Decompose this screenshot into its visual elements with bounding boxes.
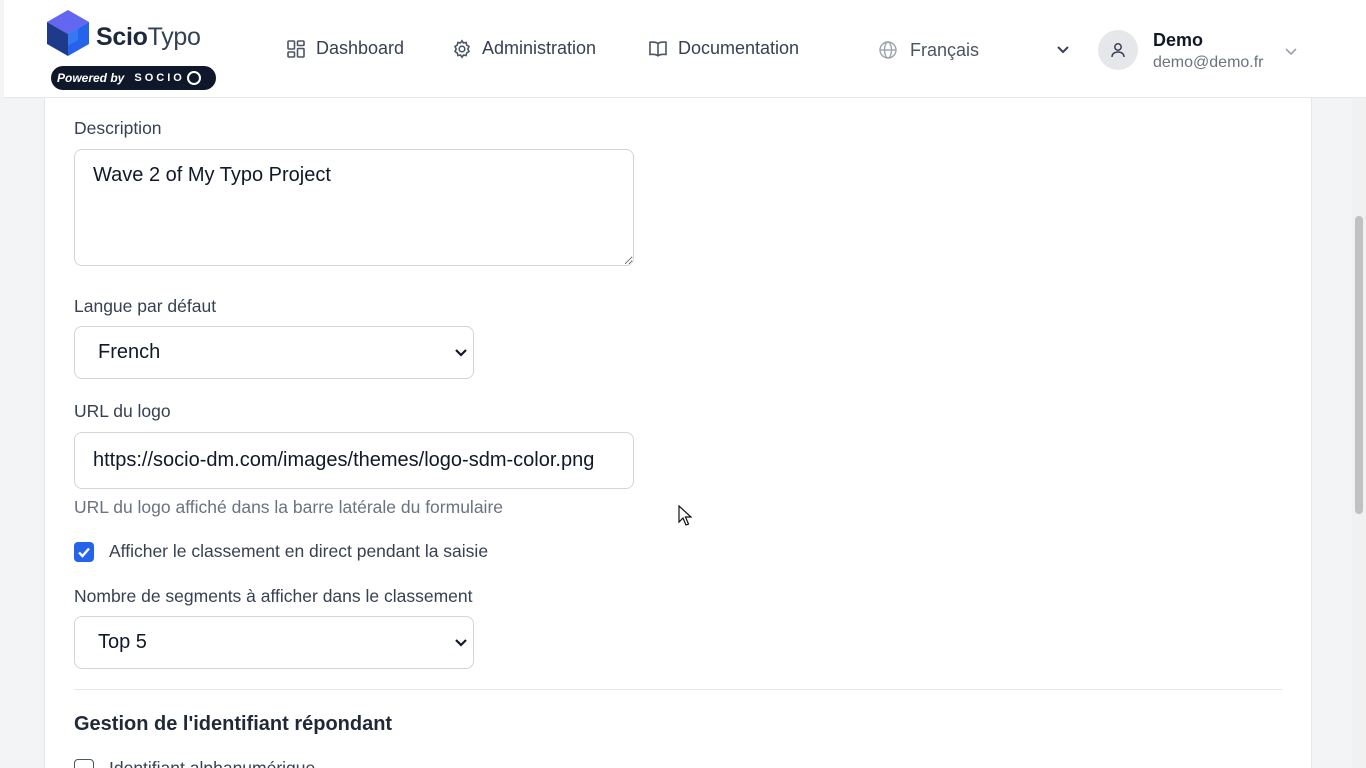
default-language-label: Langue par défaut (74, 296, 217, 316)
avatar (1098, 30, 1138, 70)
logo-url-help: URL du logo affiché dans la barre latéra… (74, 497, 503, 517)
nav-administration-label: Administration (482, 38, 597, 58)
globe-icon (879, 41, 897, 59)
language-label: Français (910, 39, 980, 60)
logo-url-label: URL du logo (74, 401, 171, 421)
description-label: Description (74, 118, 162, 138)
chevron-down-icon (455, 349, 467, 357)
alphanumeric-id-label: Identifiant alphanumérique (109, 758, 316, 768)
logo-url-input[interactable] (74, 432, 634, 489)
description-textarea[interactable]: Wave 2 of My Typo Project (74, 149, 634, 266)
brand-name-light: Typo (147, 23, 201, 51)
socio-logo-text: SOCIO (134, 72, 185, 84)
segments-select[interactable]: Top 5 (74, 616, 474, 669)
chevron-down-icon (455, 639, 467, 647)
segments-label: Nombre de segments à afficher dans le cl… (74, 586, 473, 606)
user-name: Demo (1153, 30, 1204, 50)
brand-name: ScioTypo (96, 23, 201, 52)
alphanumeric-id-checkbox[interactable] (74, 758, 94, 768)
live-ranking-checkbox[interactable] (74, 541, 94, 562)
live-ranking-label: Afficher le classement en direct pendant… (109, 541, 489, 561)
socio-disc-icon (186, 71, 201, 85)
respondent-section-title: Gestion de l'identifiant répondant (74, 713, 393, 735)
nav-documentation-label: Documentation (678, 38, 800, 58)
grid-icon (287, 39, 305, 58)
segments-value: Top 5 (98, 631, 147, 653)
chevron-down-icon (1285, 48, 1297, 56)
user-menu[interactable]: Demo demo@demo.fr (1098, 26, 1308, 76)
top-navbar: ScioTypo Powered by SOCIO Dashboard Admi… (4, 0, 1366, 98)
checkmark-icon (78, 547, 90, 558)
nav-documentation[interactable]: Documentation (648, 38, 799, 59)
section-divider (74, 689, 1282, 690)
brand-name-bold: Scio (96, 23, 148, 51)
chevron-down-icon (1057, 46, 1069, 54)
brand-logo[interactable]: ScioTypo Powered by SOCIO (45, 8, 225, 92)
alphanumeric-id-row: Identifiant alphanumérique (74, 758, 315, 768)
nav-administration[interactable]: Administration (452, 38, 596, 59)
powered-by-badge: Powered by SOCIO (51, 66, 216, 90)
gear-icon (453, 38, 471, 59)
live-ranking-row: Afficher le classement en direct pendant… (74, 541, 488, 562)
user-icon (1111, 43, 1125, 58)
default-language-select[interactable]: French (74, 326, 474, 379)
mouse-cursor-icon (678, 505, 692, 526)
book-icon (649, 40, 667, 57)
user-email: demo@demo.fr (1153, 54, 1264, 71)
page-scrollbar-thumb[interactable] (1355, 216, 1363, 514)
sciotypo-cube-logo (47, 10, 89, 56)
nav-dashboard-label: Dashboard (316, 38, 405, 58)
nav-dashboard[interactable]: Dashboard (286, 38, 404, 59)
default-language-value: French (98, 341, 161, 363)
language-selector[interactable]: Français (878, 36, 1078, 64)
powered-by-text: Powered by (57, 71, 125, 85)
